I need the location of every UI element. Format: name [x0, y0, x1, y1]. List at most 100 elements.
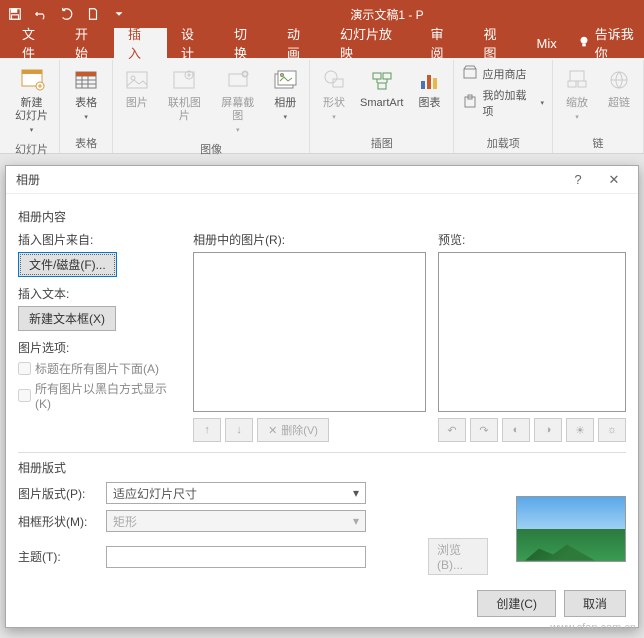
online-picture-button[interactable]: 联机图片: [159, 62, 210, 125]
tab-slideshow[interactable]: 幻灯片放映: [326, 28, 416, 58]
new-slide-button[interactable]: 新建 幻灯片 ▾: [8, 62, 55, 139]
smartart-label: SmartArt: [360, 97, 403, 110]
brightness-up-button[interactable]: ☀: [566, 418, 594, 442]
chart-icon: [413, 64, 445, 96]
table-button[interactable]: 表格▾: [64, 62, 108, 125]
store-icon: [462, 64, 478, 83]
album-icon: [269, 64, 301, 96]
move-up-button[interactable]: ↑: [193, 418, 221, 442]
contrast-up-icon: ◐: [513, 424, 520, 436]
tell-me[interactable]: 告诉我你: [577, 28, 644, 58]
rotate-right-button[interactable]: ↷: [470, 418, 498, 442]
group-images: 图片 联机图片 屏幕截图▾ 相册▾ 图像: [113, 60, 310, 153]
redo-icon[interactable]: [56, 3, 78, 25]
hyperlink-label: 超链: [608, 97, 630, 110]
chart-label: 图表: [418, 97, 440, 110]
theme-input[interactable]: [106, 546, 366, 568]
pics-in-album-label: 相册中的图片(R):: [193, 231, 426, 248]
group-links-label: 链: [593, 133, 604, 153]
new-file-icon[interactable]: [82, 3, 104, 25]
group-images-label: 图像: [200, 139, 222, 159]
pic-layout-select[interactable]: 适应幻灯片尺寸▾: [106, 482, 366, 504]
lightbulb-icon: [577, 35, 591, 52]
help-button[interactable]: ?: [560, 167, 596, 193]
table-label: 表格▾: [75, 97, 97, 123]
chart-button[interactable]: 图表: [409, 62, 449, 112]
contrast-up-button[interactable]: ◐: [502, 418, 530, 442]
brightness-down-icon: ☼: [607, 424, 617, 436]
dialog-footer: 创建(C) 取消: [477, 590, 626, 617]
contrast-down-button[interactable]: ◑: [534, 418, 562, 442]
file-disk-button[interactable]: 文件/磁盘(F)...: [18, 252, 117, 277]
bw-checkbox[interactable]: [18, 389, 31, 402]
qat-dropdown-icon[interactable]: [108, 3, 130, 25]
shapes-button[interactable]: 形状▾: [314, 62, 354, 125]
group-slides: 新建 幻灯片 ▾ 幻灯片: [4, 60, 60, 153]
rotate-left-button[interactable]: ↶: [438, 418, 466, 442]
smartart-button[interactable]: SmartArt: [356, 62, 407, 112]
screenshot-button[interactable]: 屏幕截图▾: [212, 62, 263, 139]
shapes-label: 形状▾: [323, 97, 345, 123]
album-pictures-list[interactable]: [193, 252, 426, 412]
picture-icon: [121, 64, 153, 96]
tab-animations[interactable]: 动画: [273, 28, 326, 58]
group-slides-label: 幻灯片: [15, 139, 48, 159]
pic-options-label: 图片选项:: [18, 339, 181, 356]
contrast-down-icon: ◑: [545, 424, 552, 436]
rotate-right-icon: ↷: [479, 424, 488, 437]
group-addins-label: 加载项: [487, 133, 520, 153]
brightness-down-button[interactable]: ☼: [598, 418, 626, 442]
close-icon: ✕: [609, 172, 620, 188]
my-addins-button[interactable]: 我的加载项 ▾: [458, 85, 548, 121]
theme-label: 主题(T):: [18, 548, 98, 565]
browse-button[interactable]: 浏览(B)...: [428, 538, 488, 575]
table-icon: [70, 64, 102, 96]
tab-mix[interactable]: Mix: [522, 28, 570, 58]
dialog-body: 相册内容 插入图片来自: 文件/磁盘(F)... 插入文本: 新建文本框(X) …: [6, 194, 638, 583]
close-button[interactable]: ✕: [596, 167, 632, 193]
frame-shape-value: 矩形: [113, 513, 137, 530]
layout-thumbnail: [516, 496, 626, 562]
tell-me-text: 告诉我你: [595, 24, 644, 62]
brightness-up-icon: ☀: [575, 424, 585, 437]
album-button[interactable]: 相册▾: [265, 62, 305, 125]
tab-design[interactable]: 设计: [167, 28, 220, 58]
save-icon[interactable]: [4, 3, 26, 25]
group-links: 缩放▾ 超链 链: [553, 60, 644, 153]
tab-file[interactable]: 文件: [8, 28, 61, 58]
tab-transitions[interactable]: 切换: [220, 28, 273, 58]
tab-view[interactable]: 视图: [469, 28, 522, 58]
divider: [18, 452, 626, 453]
tab-home[interactable]: 开始: [61, 28, 114, 58]
caption-checkbox-row[interactable]: 标题在所有图片下面(A): [18, 360, 181, 377]
frame-shape-select[interactable]: 矩形▾: [106, 510, 366, 532]
doc-title: 演示文稿1 - P: [134, 6, 640, 23]
zoom-icon: [561, 64, 593, 96]
tab-insert[interactable]: 插入: [114, 28, 167, 58]
group-tables-label: 表格: [75, 133, 97, 153]
caption-checkbox[interactable]: [18, 362, 31, 375]
delete-icon: ✕: [268, 424, 277, 437]
create-button[interactable]: 创建(C): [477, 590, 556, 617]
hyperlink-button[interactable]: 超链: [599, 62, 639, 112]
move-down-button[interactable]: ↓: [225, 418, 253, 442]
delete-button[interactable]: ✕删除(V): [257, 418, 329, 442]
layout-section-label: 相册版式: [18, 459, 626, 476]
store-button[interactable]: 应用商店: [458, 62, 548, 85]
undo-icon[interactable]: [30, 3, 52, 25]
rotate-left-icon: ↶: [447, 424, 456, 437]
group-illustrations: 形状▾ SmartArt 图表 插图: [310, 60, 454, 153]
chevron-down-icon: ▾: [540, 99, 544, 107]
bw-checkbox-row[interactable]: 所有图片以黑白方式显示(K): [18, 380, 181, 411]
picture-button[interactable]: 图片: [117, 62, 157, 112]
zoom-button[interactable]: 缩放▾: [557, 62, 597, 125]
group-addins: 应用商店 我的加载项 ▾ 加载项: [454, 60, 553, 153]
cancel-button[interactable]: 取消: [564, 590, 626, 617]
screenshot-icon: [222, 64, 254, 96]
shapes-icon: [318, 64, 350, 96]
store-label: 应用商店: [482, 66, 526, 82]
group-illust-label: 插图: [371, 133, 393, 153]
tab-review[interactable]: 审阅: [416, 28, 469, 58]
new-textbox-button[interactable]: 新建文本框(X): [18, 306, 116, 331]
screenshot-label: 屏幕截图▾: [216, 97, 259, 137]
